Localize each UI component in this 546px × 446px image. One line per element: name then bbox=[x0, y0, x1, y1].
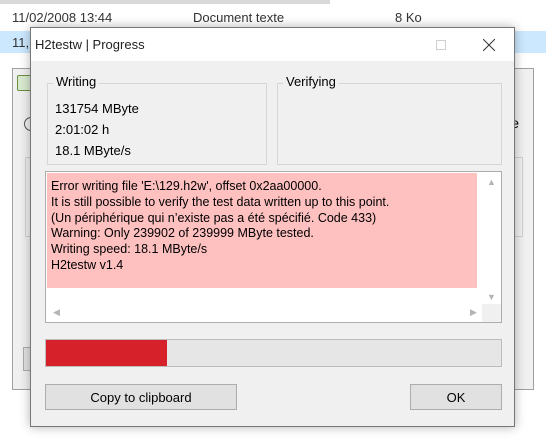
elapsed-time: 2:01:02 h bbox=[55, 122, 110, 137]
scroll-right-icon[interactable]: ▶ bbox=[465, 304, 482, 321]
close-icon bbox=[483, 38, 495, 51]
log-text: Error writing file 'E:\129.h2w', offset … bbox=[47, 173, 477, 288]
file-date: 11/02/2008 13:44 bbox=[12, 9, 113, 25]
maximize-button[interactable] bbox=[418, 28, 464, 61]
copy-to-clipboard-button[interactable]: Copy to clipboard bbox=[45, 384, 237, 410]
maximize-icon bbox=[436, 39, 446, 50]
write-speed: 18.1 MByte/s bbox=[55, 143, 131, 158]
writing-group: Writing 131754 MByte 2:01:02 h 18.1 MByt… bbox=[47, 74, 267, 165]
scroll-left-icon[interactable]: ◀ bbox=[48, 304, 65, 321]
progress-bar bbox=[45, 339, 502, 367]
file-size: 8 Ko bbox=[395, 9, 422, 25]
writing-label: Writing bbox=[53, 74, 100, 89]
verifying-group: Verifying bbox=[277, 74, 502, 165]
log-textbox[interactable]: Error writing file 'E:\129.h2w', offset … bbox=[45, 171, 502, 323]
scrollbar-corner bbox=[482, 304, 501, 322]
window-title: H2testw | Progress bbox=[35, 37, 145, 52]
explorer-file-row[interactable]: 11/02/2008 13:44 Document texte 8 Ko bbox=[0, 6, 546, 28]
file-date: 11, bbox=[12, 34, 30, 50]
scroll-up-icon[interactable]: ▲ bbox=[483, 173, 500, 190]
file-type: Document texte bbox=[193, 9, 285, 25]
horizontal-scrollbar[interactable]: ◀ ▶ bbox=[46, 304, 484, 322]
verifying-label: Verifying bbox=[283, 74, 339, 89]
close-button[interactable] bbox=[466, 28, 512, 61]
ok-button[interactable]: OK bbox=[410, 384, 502, 410]
progress-window: H2testw | Progress Writing 131754 MByte … bbox=[30, 27, 515, 427]
scroll-down-icon[interactable]: ▼ bbox=[483, 288, 500, 305]
vertical-scrollbar[interactable]: ▲ ▼ bbox=[482, 172, 501, 305]
minimize-button[interactable] bbox=[372, 28, 418, 61]
written-size: 131754 MByte bbox=[55, 101, 139, 116]
explorer-scroll-edge bbox=[0, 0, 330, 4]
title-bar[interactable]: H2testw | Progress bbox=[31, 28, 514, 61]
progress-fill bbox=[46, 340, 167, 366]
minimize-icon bbox=[390, 44, 400, 45]
